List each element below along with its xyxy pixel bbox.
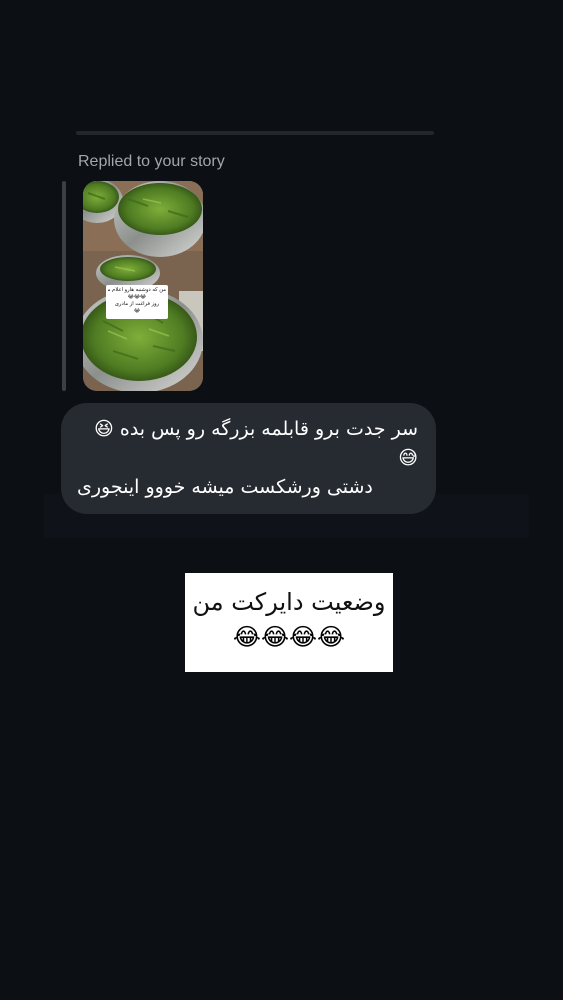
top-divider xyxy=(76,131,434,135)
story-text-sticker: من که دوشنبه هارو اعلام میکنم 😂😂😂 روز فر… xyxy=(106,285,168,319)
laughing-emojis: 😂😂😂😂 xyxy=(232,623,346,651)
message-line-2: 😅 xyxy=(398,447,418,469)
message-line-3: دشتی ورشکست میشه خووو اینجوری xyxy=(77,476,373,498)
story-sticker-line-3: روز فراغت از مادری xyxy=(114,301,160,307)
story-sticker-line-4: 😂 xyxy=(133,308,141,314)
overlay-text-card: وضعیت دایرکت من 😂😂😂😂 xyxy=(185,573,393,672)
message-bubble[interactable]: سر جدت برو قابلمه بزرگه رو پس بده 😆 😅 دش… xyxy=(61,403,436,514)
overlay-caption: وضعیت دایرکت من xyxy=(192,588,386,616)
reply-quote-bar xyxy=(62,181,66,391)
story-sticker-line-1: من که دوشنبه هارو اعلام میکنم xyxy=(108,287,166,293)
replied-to-story-label: Replied to your story xyxy=(78,153,225,170)
message-line-1: سر جدت برو قابلمه بزرگه رو پس بده 😆 xyxy=(94,418,418,440)
story-sticker-line-2: 😂😂😂 xyxy=(127,294,147,300)
story-thumbnail[interactable]: من که دوشنبه هارو اعلام میکنم 😂😂😂 روز فر… xyxy=(83,181,203,391)
dm-conversation-screen: Replied to your story من که دوشنبه هارو … xyxy=(0,0,563,1000)
